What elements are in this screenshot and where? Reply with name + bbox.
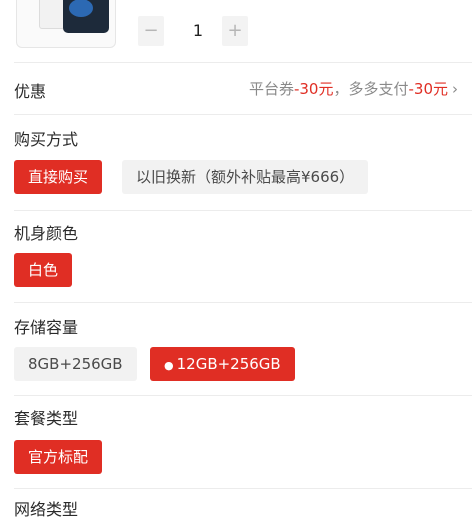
phone-product-icon xyxy=(63,0,109,33)
product-thumbnail[interactable] xyxy=(16,0,116,48)
pay-discount-prefix: 多多支付 xyxy=(348,80,409,98)
discount-label: 优惠 xyxy=(14,82,47,101)
divider xyxy=(14,395,472,396)
chevron-right-icon: › xyxy=(452,80,458,98)
platform-coupon-amount: -30元 xyxy=(293,80,334,98)
divider xyxy=(14,302,472,303)
decrease-quantity-button[interactable]: − xyxy=(138,16,164,46)
option-storage-8gb[interactable]: 8GB+256GB xyxy=(14,347,137,381)
fire-icon: ● xyxy=(164,359,174,372)
package-label: 套餐类型 xyxy=(14,409,79,428)
product-header: − 1 + xyxy=(0,0,472,62)
divider xyxy=(14,62,472,63)
option-storage-12gb-label: 12GB+256GB xyxy=(176,355,281,373)
option-color-white[interactable]: 白色 xyxy=(14,253,73,287)
option-direct-purchase[interactable]: 直接购买 xyxy=(14,160,103,194)
option-trade-in[interactable]: 以旧换新（额外补贴最高¥666） xyxy=(122,160,369,194)
purchase-method-label: 购买方式 xyxy=(14,130,79,149)
pay-discount-amount: -30元 xyxy=(408,80,449,98)
divider xyxy=(14,488,472,489)
phone-back-icon xyxy=(39,0,65,29)
storage-label: 存储容量 xyxy=(14,318,79,337)
discount-summary[interactable]: 平台券-30元，多多支付-30元 › xyxy=(249,78,458,99)
quantity-value[interactable]: 1 xyxy=(186,16,210,46)
increase-quantity-button[interactable]: + xyxy=(222,16,248,46)
divider xyxy=(14,114,472,115)
discount-separator: ， xyxy=(333,80,349,98)
divider xyxy=(14,210,472,211)
network-label: 网络类型 xyxy=(14,500,79,519)
option-storage-12gb[interactable]: ● 12GB+256GB xyxy=(150,347,295,381)
option-package-official[interactable]: 官方标配 xyxy=(14,440,103,474)
platform-coupon-prefix: 平台券 xyxy=(248,80,294,98)
color-label: 机身颜色 xyxy=(14,224,79,243)
